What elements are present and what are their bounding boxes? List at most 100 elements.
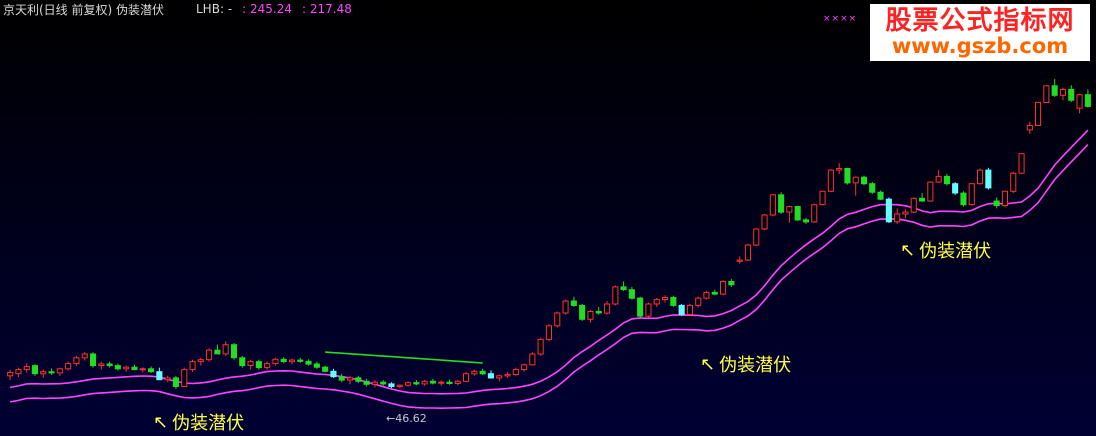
candle bbox=[1026, 121, 1033, 134]
candle bbox=[645, 302, 652, 318]
candle bbox=[454, 380, 461, 386]
candle bbox=[653, 298, 660, 307]
candle-body bbox=[264, 363, 271, 369]
candle bbox=[405, 381, 412, 387]
candle-body bbox=[736, 259, 743, 262]
candle-body bbox=[587, 311, 594, 320]
candle bbox=[305, 359, 312, 366]
candle-body bbox=[819, 190, 826, 206]
candle bbox=[711, 289, 718, 296]
candle bbox=[139, 367, 146, 373]
indicator-value-2: : 217.48 bbox=[302, 2, 352, 16]
candle bbox=[1084, 89, 1091, 108]
candle-body bbox=[405, 382, 412, 386]
candle bbox=[827, 169, 834, 193]
arrow-icon: ↖ bbox=[153, 411, 169, 433]
candle-body bbox=[1076, 94, 1083, 109]
candle bbox=[471, 369, 478, 376]
candle bbox=[794, 205, 801, 221]
candle bbox=[1043, 85, 1050, 104]
candle-body bbox=[114, 365, 121, 370]
candle-body bbox=[1084, 94, 1091, 107]
candle bbox=[106, 361, 113, 368]
candle bbox=[164, 375, 171, 383]
candlestick-chart[interactable] bbox=[0, 0, 1096, 436]
candle-body bbox=[604, 303, 611, 314]
candle-body bbox=[993, 200, 1000, 207]
candle-body bbox=[861, 176, 868, 185]
candle bbox=[819, 190, 826, 206]
candle bbox=[172, 375, 179, 389]
candle-body bbox=[968, 183, 975, 206]
candle bbox=[744, 243, 752, 262]
candle bbox=[98, 361, 105, 370]
candle-body bbox=[371, 381, 378, 385]
candle-body bbox=[355, 377, 362, 382]
candle bbox=[1076, 93, 1083, 114]
chart-title: 京天利(日线 前复权) 伪装潜伏 bbox=[3, 2, 164, 17]
candle-body bbox=[703, 291, 710, 299]
annotation-1: ↖ 伪装潜伏 bbox=[153, 409, 244, 435]
candle bbox=[65, 361, 72, 371]
candle-body bbox=[56, 368, 63, 374]
candle bbox=[894, 208, 901, 224]
candle-body bbox=[239, 357, 246, 367]
candle-body bbox=[172, 377, 179, 387]
candle bbox=[463, 371, 470, 383]
candle-body bbox=[769, 194, 776, 216]
candle bbox=[720, 280, 727, 296]
candle-body bbox=[910, 197, 917, 213]
candle-body bbox=[529, 353, 536, 366]
low-price-label: ←46.62 bbox=[386, 412, 427, 425]
candle-body bbox=[827, 169, 834, 192]
candle bbox=[1001, 190, 1009, 208]
candle bbox=[56, 367, 63, 376]
candle bbox=[844, 167, 851, 185]
candle-body bbox=[338, 376, 345, 381]
candle bbox=[678, 304, 685, 317]
candle-body bbox=[1018, 153, 1025, 174]
candle-body bbox=[98, 363, 105, 367]
candle-body bbox=[313, 363, 320, 368]
candle-body bbox=[645, 303, 652, 317]
arrow-icon: ↖ bbox=[700, 353, 716, 375]
candle-body bbox=[148, 368, 155, 373]
candle bbox=[736, 256, 743, 264]
candle bbox=[1018, 153, 1025, 174]
candle bbox=[885, 197, 892, 223]
candle-body bbox=[612, 286, 619, 305]
watermark-logo: 股票公式指标网 www.gszb.com bbox=[870, 4, 1090, 61]
candle-body bbox=[570, 300, 577, 306]
candle bbox=[280, 357, 287, 364]
candle bbox=[977, 168, 984, 185]
candle-body bbox=[1059, 88, 1067, 96]
candle-body bbox=[977, 169, 984, 185]
candle bbox=[487, 370, 494, 379]
indicator-label: LHB: - bbox=[196, 2, 233, 16]
candle-body bbox=[662, 297, 669, 300]
candle bbox=[48, 368, 55, 375]
candle bbox=[554, 311, 561, 328]
candle bbox=[545, 324, 553, 342]
candle-body bbox=[1068, 88, 1075, 101]
candle-body bbox=[156, 371, 163, 381]
candle bbox=[877, 190, 884, 201]
candle-body bbox=[711, 291, 718, 295]
candle-body bbox=[554, 312, 561, 327]
candle-body bbox=[885, 198, 892, 223]
candle-body bbox=[214, 349, 221, 355]
candle bbox=[1068, 85, 1075, 102]
candle bbox=[686, 304, 694, 317]
candle bbox=[496, 374, 503, 382]
candle-body bbox=[852, 176, 859, 184]
candle bbox=[206, 348, 213, 362]
candle bbox=[15, 367, 22, 378]
candle bbox=[421, 380, 428, 386]
candle bbox=[1059, 87, 1067, 101]
candle-body bbox=[562, 300, 569, 314]
candle-body bbox=[388, 383, 395, 387]
candle bbox=[322, 365, 329, 373]
candle-body bbox=[479, 370, 486, 375]
candle-body bbox=[438, 381, 445, 384]
candle-body bbox=[15, 369, 22, 375]
